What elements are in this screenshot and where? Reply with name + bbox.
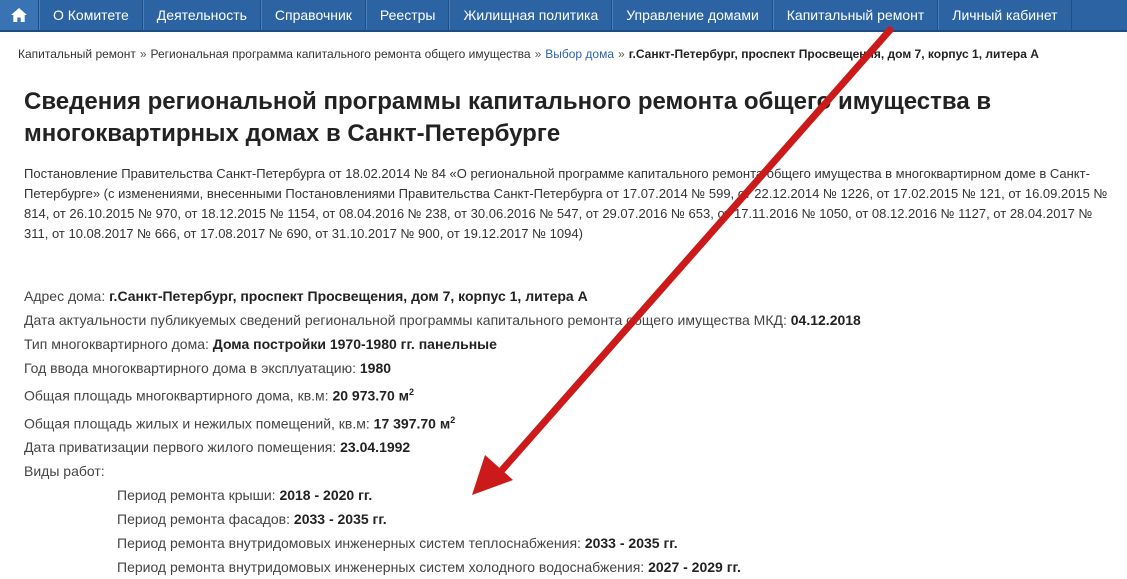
breadcrumb-capital-repair[interactable]: Капитальный ремонт [18, 47, 136, 61]
breadcrumb: Капитальный ремонт» Региональная программ… [18, 47, 1127, 61]
work-value: 2033 - 2035 гг. [584, 535, 678, 552]
detail-privatization-date: Дата приватизации первого жилого помещен… [24, 435, 1114, 459]
nav-item-house-management[interactable]: Управление домами [612, 0, 773, 30]
detail-commission-year: Год ввода многоквартирного дома в эксплу… [24, 356, 1114, 380]
nav-item-capital-repair[interactable]: Капитальный ремонт [772, 0, 939, 30]
actuality-date-value: 04.12.2018 [790, 312, 861, 328]
home-button[interactable] [0, 0, 39, 30]
nav-item-registers[interactable]: Реестры [365, 0, 450, 30]
work-value: 2033 - 2035 гг. [293, 511, 387, 528]
work-cold-water-period: Период ремонта внутридомовых инженерных … [117, 555, 1114, 579]
breadcrumb-separator: » [534, 47, 542, 61]
breadcrumb-separator: » [139, 47, 147, 61]
nav-item-housing-policy[interactable]: Жилищная политика [449, 0, 613, 30]
nav-item-about[interactable]: О Комитете [39, 0, 143, 30]
decree-description: Постановление Правительства Санкт-Петерб… [24, 166, 1108, 241]
detail-actuality-date: Дата актуальности публикуемых сведений р… [24, 308, 1114, 332]
detail-living-area: Общая площадь жилых и нежилых помещений,… [24, 408, 1114, 436]
address-value: г.Санкт-Петербург, проспект Просвещения,… [109, 288, 588, 304]
breadcrumb-current-address: г.Санкт-Петербург, проспект Просвещения,… [628, 47, 1039, 61]
breadcrumb-separator: » [618, 47, 625, 61]
square-superscript: 2 [450, 414, 456, 425]
work-label: Период ремонта внутридомовых инженерных … [117, 559, 645, 576]
detail-total-area: Общая площадь многоквартирного дома, кв.… [24, 380, 1114, 408]
house-type-value: Дома постройки 1970-1980 гг. панельные [212, 336, 497, 352]
work-heating-period: Период ремонта внутридомовых инженерных … [117, 531, 1114, 555]
nav-item-reference[interactable]: Справочник [260, 0, 366, 30]
house-details: Адрес дома: г.Санкт-Петербург, проспект … [24, 284, 1114, 579]
work-facade-period: Период ремонта фасадов: 2033 - 2035 гг. [117, 507, 1114, 531]
house-type-label: Тип многоквартирного дома: [24, 336, 209, 352]
work-roof-period: Период ремонта крыши: 2018 - 2020 гг. [117, 483, 1114, 507]
works-list: Период ремонта крыши: 2018 - 2020 гг. Пе… [24, 483, 1114, 579]
work-value: 2018 - 2020 гг. [279, 487, 373, 504]
square-superscript: 2 [408, 387, 414, 397]
works-label: Виды работ: [24, 463, 105, 480]
work-label: Период ремонта фасадов: [117, 511, 291, 528]
work-label: Период ремонта внутридомовых инженерных … [117, 535, 581, 552]
living-area-value: 17 397.70 м [373, 415, 451, 432]
detail-house-type: Тип многоквартирного дома: Дома постройк… [24, 332, 1114, 356]
privatization-date-label: Дата приватизации первого жилого помещен… [24, 439, 337, 456]
nav-item-personal-account[interactable]: Личный кабинет [938, 0, 1072, 30]
nav-item-activity[interactable]: Деятельность [142, 0, 261, 30]
privatization-date-value: 23.04.1992 [340, 439, 411, 456]
breadcrumb-regional-program[interactable]: Региональная программа капитального ремо… [151, 47, 531, 61]
home-icon [11, 8, 27, 22]
detail-works-label: Виды работ: [24, 459, 1114, 483]
commission-year-label: Год ввода многоквартирного дома в эксплу… [24, 360, 356, 376]
total-area-label: Общая площадь многоквартирного дома, кв.… [24, 387, 329, 404]
total-area-value: 20 973.70 м [332, 387, 409, 404]
actuality-date-label: Дата актуальности публикуемых сведений р… [24, 312, 787, 328]
main-navbar: О Комитете Деятельность Справочник Реест… [0, 0, 1127, 32]
work-value: 2027 - 2029 гг. [648, 559, 741, 576]
work-label: Период ремонта крыши: [117, 487, 276, 504]
living-area-label: Общая площадь жилых и нежилых помещений,… [24, 415, 370, 432]
commission-year-value: 1980 [359, 360, 392, 376]
breadcrumb-select-house[interactable]: Выбор дома [545, 47, 614, 61]
detail-address: Адрес дома: г.Санкт-Петербург, проспект … [24, 284, 1114, 308]
address-label: Адрес дома: [24, 288, 106, 304]
page-title: Сведения региональной программы капиталь… [24, 88, 992, 147]
